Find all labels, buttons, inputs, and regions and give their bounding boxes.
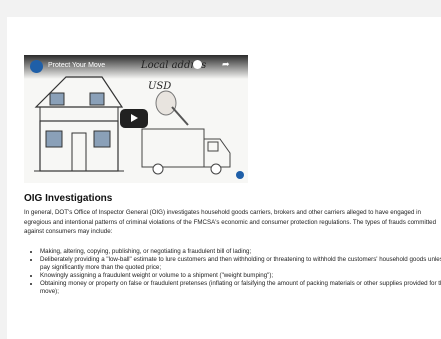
content-card: Protect Your Move Local addres USD ➦ OIG… — [7, 17, 441, 339]
section-intro: In general, DOT's Office of Inspector Ge… — [24, 209, 437, 235]
video-title[interactable]: Protect Your Move — [48, 62, 105, 69]
share-icon[interactable]: ➦ — [222, 59, 230, 70]
list-item: Knowingly assigning a fraudulent weight … — [40, 272, 441, 280]
whiteboard-text: USD — [148, 81, 172, 92]
section-heading: OIG Investigations — [24, 193, 113, 204]
fraud-list: Making, altering, copying, publishing, o… — [24, 248, 441, 296]
play-button[interactable] — [120, 109, 148, 128]
list-item: Making, altering, copying, publishing, o… — [40, 248, 441, 256]
video-player[interactable]: Protect Your Move Local addres USD ➦ — [24, 55, 248, 183]
watch-later-icon[interactable] — [193, 60, 202, 69]
dot-logo-icon[interactable] — [236, 171, 244, 179]
list-item: Obtaining money or property on false or … — [40, 280, 441, 296]
list-item: Deliberately providing a "low-ball" esti… — [40, 256, 441, 272]
channel-logo-icon[interactable] — [30, 60, 43, 73]
